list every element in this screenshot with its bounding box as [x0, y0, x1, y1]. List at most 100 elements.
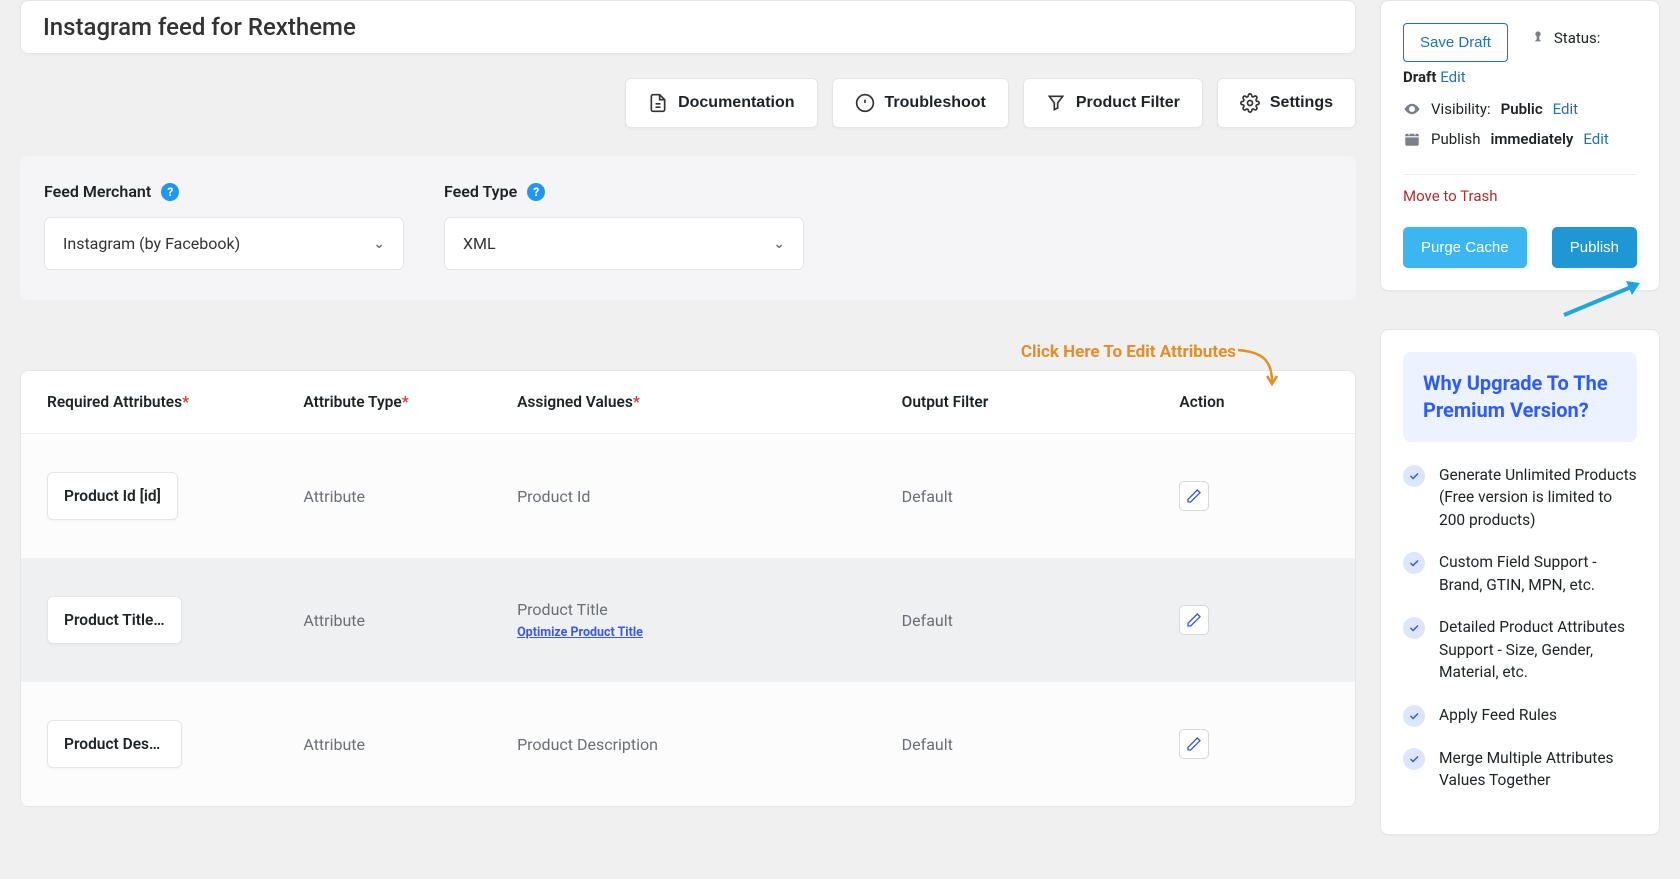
table-row: Product Desc… AttributeProduct Descriptio…: [21, 682, 1355, 806]
settings-button[interactable]: Settings: [1217, 78, 1356, 128]
attribute-tag[interactable]: Product Id [id]: [47, 472, 178, 520]
check-icon: [1403, 552, 1425, 574]
list-item: Merge Multiple Attributes Values Togethe…: [1403, 747, 1637, 792]
documentation-button[interactable]: Documentation: [625, 78, 817, 128]
publish-schedule-label: Publish: [1431, 130, 1480, 148]
table-header: Required Attributes* Attribute Type* Ass…: [21, 371, 1355, 434]
toolbar: Documentation Troubleshoot Product Filte…: [20, 78, 1356, 128]
pencil-icon: [1186, 612, 1202, 628]
move-to-trash-link[interactable]: Move to Trash: [1403, 187, 1497, 205]
check-icon: [1403, 617, 1425, 639]
feed-options: Feed Merchant ? Instagram (by Facebook) …: [20, 156, 1356, 300]
assigned-value: Product Description: [517, 735, 902, 754]
title-box: Instagram feed for Rextheme: [20, 0, 1356, 54]
col-required-attributes: Required Attributes*: [47, 393, 303, 411]
list-item: Detailed Product Attributes Support - Si…: [1403, 616, 1637, 683]
troubleshoot-label: Troubleshoot: [885, 94, 986, 112]
arrow-annotation-icon: [1234, 346, 1280, 392]
arrow-annotation-publish-icon: [1560, 279, 1650, 319]
edit-row-button[interactable]: [1179, 729, 1209, 759]
settings-label: Settings: [1270, 94, 1333, 112]
feature-list: Generate Unlimited Products (Free versio…: [1403, 464, 1637, 792]
edit-row-button[interactable]: [1179, 481, 1209, 511]
pencil-icon: [1186, 488, 1202, 504]
edit-attributes-hint: Click Here To Edit Attributes: [20, 342, 1356, 362]
troubleshoot-button[interactable]: Troubleshoot: [832, 78, 1009, 128]
attributes-table: Required Attributes* Attribute Type* Ass…: [20, 370, 1356, 807]
feature-text: Detailed Product Attributes Support - Si…: [1439, 616, 1637, 683]
col-output-filter: Output Filter: [902, 393, 1180, 411]
attribute-type: Attribute: [303, 735, 517, 754]
col-attribute-type: Attribute Type*: [303, 393, 517, 411]
output-filter: Default: [902, 487, 1180, 506]
upgrade-panel: Why Upgrade To The Premium Version? Gene…: [1380, 329, 1660, 835]
purge-cache-button[interactable]: Purge Cache: [1403, 227, 1527, 268]
eye-icon: [1403, 100, 1421, 118]
filter-icon: [1046, 93, 1066, 113]
product-filter-button[interactable]: Product Filter: [1023, 78, 1203, 128]
publish-schedule-value: immediately: [1490, 130, 1573, 148]
visibility-label: Visibility:: [1431, 100, 1491, 118]
alert-icon: [855, 93, 875, 113]
assigned-value: Product TitleOptimize Product Title: [517, 600, 902, 640]
feature-text: Apply Feed Rules: [1439, 704, 1557, 727]
visibility-value: Public: [1501, 100, 1543, 118]
help-icon[interactable]: ?: [161, 183, 179, 201]
check-icon: [1403, 705, 1425, 727]
feed-merchant-label: Feed Merchant ?: [44, 182, 404, 201]
feed-merchant-label-text: Feed Merchant: [44, 182, 151, 201]
help-icon[interactable]: ?: [527, 183, 545, 201]
feed-merchant-select[interactable]: Instagram (by Facebook) ⌄: [44, 217, 404, 270]
assigned-value: Product Id: [517, 487, 902, 506]
publish-schedule-row: Publish immediately Edit: [1403, 130, 1637, 148]
output-filter: Default: [902, 611, 1180, 630]
feed-type-label-text: Feed Type: [444, 182, 517, 201]
upgrade-header: Why Upgrade To The Premium Version?: [1403, 352, 1637, 442]
doc-icon: [648, 93, 668, 113]
check-icon: [1403, 748, 1425, 770]
documentation-label: Documentation: [678, 94, 794, 112]
visibility-edit-link[interactable]: Edit: [1553, 100, 1578, 118]
page-title: Instagram feed for Rextheme: [43, 13, 1333, 41]
edit-row-button[interactable]: [1179, 605, 1209, 635]
status-value: Draft: [1403, 68, 1436, 86]
attribute-type: Attribute: [303, 487, 517, 506]
status-label: Status:: [1554, 29, 1601, 47]
product-filter-label: Product Filter: [1076, 94, 1180, 112]
calendar-icon: [1403, 130, 1421, 148]
attribute-tag[interactable]: Product Desc…: [47, 720, 182, 768]
list-item: Apply Feed Rules: [1403, 704, 1637, 727]
attribute-type: Attribute: [303, 611, 517, 630]
col-assigned-values: Assigned Values*: [517, 393, 902, 411]
status-edit-link[interactable]: Edit: [1440, 68, 1465, 86]
feed-type-group: Feed Type ? XML ⌄: [444, 182, 804, 270]
publish-button[interactable]: Publish: [1552, 227, 1637, 268]
status-line: Status:: [1530, 29, 1637, 47]
feed-type-value: XML: [463, 234, 496, 253]
save-draft-button[interactable]: Save Draft: [1403, 23, 1508, 62]
feed-type-select[interactable]: XML ⌄: [444, 217, 804, 270]
sidebar: Save Draft Status: Draft Edit Visibility…: [1380, 0, 1660, 859]
publish-panel: Save Draft Status: Draft Edit Visibility…: [1380, 0, 1660, 291]
check-icon: [1403, 465, 1425, 487]
chevron-down-icon: ⌄: [373, 236, 385, 252]
col-action: Action: [1179, 393, 1329, 411]
table-row: Product Id [id] AttributeProduct IdDefaul…: [21, 434, 1355, 558]
pencil-icon: [1186, 736, 1202, 752]
feed-merchant-group: Feed Merchant ? Instagram (by Facebook) …: [44, 182, 404, 270]
feature-text: Merge Multiple Attributes Values Togethe…: [1439, 747, 1637, 792]
edit-hint-text: Click Here To Edit Attributes: [1021, 342, 1236, 362]
feature-text: Custom Field Support - Brand, GTIN, MPN,…: [1439, 551, 1637, 596]
attribute-tag[interactable]: Product Title …: [47, 596, 182, 644]
optimize-link[interactable]: Optimize Product Title: [517, 625, 643, 640]
gear-icon: [1240, 93, 1260, 113]
upgrade-title: Why Upgrade To The Premium Version?: [1423, 370, 1617, 424]
pin-icon: [1530, 30, 1546, 46]
visibility-row: Visibility: Public Edit: [1403, 100, 1637, 118]
publish-schedule-edit-link[interactable]: Edit: [1583, 130, 1608, 148]
feature-text: Generate Unlimited Products (Free versio…: [1439, 464, 1637, 531]
status-value-row: Draft Edit: [1403, 68, 1637, 86]
chevron-down-icon: ⌄: [773, 236, 785, 252]
table-row: Product Title … AttributeProduct TitleOpt…: [21, 558, 1355, 682]
list-item: Generate Unlimited Products (Free versio…: [1403, 464, 1637, 531]
